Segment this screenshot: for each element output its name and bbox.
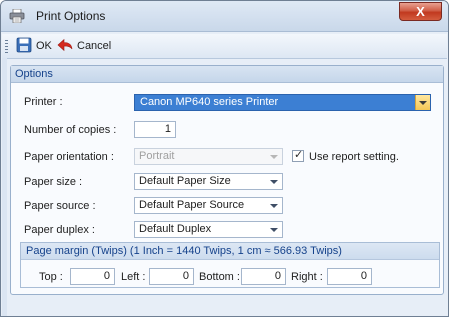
paper-size-select[interactable]: Default Paper Size xyxy=(134,173,283,190)
right-margin-input[interactable]: 0 xyxy=(327,268,372,285)
right-label: Right : xyxy=(291,271,323,283)
bottom-margin-input[interactable]: 0 xyxy=(241,268,286,285)
orientation-value: Portrait xyxy=(139,150,175,162)
bottom-label: Bottom : xyxy=(199,271,240,283)
options-group-header: Options xyxy=(11,66,443,83)
source-label: Paper source : xyxy=(24,200,96,212)
page-margin-header: Page margin (Twips) (1 Inch = 1440 Twips… xyxy=(21,243,439,260)
title-bar: Print Options X xyxy=(1,1,448,32)
orientation-label: Paper orientation : xyxy=(24,151,114,163)
chevron-down-icon[interactable] xyxy=(266,222,282,237)
printer-label: Printer : xyxy=(24,96,63,108)
chevron-down-icon[interactable] xyxy=(415,95,430,110)
use-report-setting-checkbox[interactable] xyxy=(292,148,304,162)
left-rail xyxy=(2,58,7,316)
bottom-value: 0 xyxy=(274,270,281,282)
right-value: 0 xyxy=(360,270,367,282)
toolbar: OK Cancel xyxy=(2,34,447,59)
size-label: Paper size : xyxy=(24,176,83,188)
paper-duplex-select[interactable]: Default Duplex xyxy=(134,221,283,238)
window-title: Print Options xyxy=(36,9,106,23)
chevron-down-icon xyxy=(266,149,282,164)
close-button[interactable]: X xyxy=(399,2,442,21)
printer-value: Canon MP640 series Printer xyxy=(140,96,279,108)
size-value: Default Paper Size xyxy=(139,175,231,187)
printer-icon xyxy=(9,8,25,24)
top-margin-input[interactable]: 0 xyxy=(70,268,115,285)
print-options-window: Print Options X OK Cancel Options Printe… xyxy=(0,0,449,317)
orientation-select[interactable]: Portrait xyxy=(134,148,283,165)
left-value: 0 xyxy=(182,270,189,282)
toolbar-grip[interactable] xyxy=(5,40,8,53)
copies-label: Number of copies : xyxy=(24,124,117,136)
duplex-value: Default Duplex xyxy=(139,223,212,235)
printer-select[interactable]: Canon MP640 series Printer xyxy=(134,94,431,111)
top-value: 0 xyxy=(103,270,110,282)
back-arrow-icon xyxy=(57,38,73,55)
ok-button[interactable]: OK xyxy=(16,37,52,55)
use-report-setting-label: Use report setting. xyxy=(309,151,399,163)
top-label: Top : xyxy=(39,271,63,283)
cancel-label: Cancel xyxy=(77,40,112,52)
duplex-label: Paper duplex : xyxy=(24,224,95,236)
close-icon: X xyxy=(416,4,425,19)
chevron-down-icon[interactable] xyxy=(266,198,282,213)
copies-input[interactable]: 1 xyxy=(134,121,176,138)
left-margin-input[interactable]: 0 xyxy=(149,268,194,285)
save-icon xyxy=(16,37,32,56)
cancel-button[interactable]: Cancel xyxy=(57,37,111,55)
paper-source-select[interactable]: Default Paper Source xyxy=(134,197,283,214)
left-label: Left : xyxy=(121,271,146,283)
ok-label: OK xyxy=(36,40,52,52)
source-value: Default Paper Source xyxy=(139,199,245,211)
copies-value: 1 xyxy=(164,123,171,135)
chevron-down-icon[interactable] xyxy=(266,174,282,189)
